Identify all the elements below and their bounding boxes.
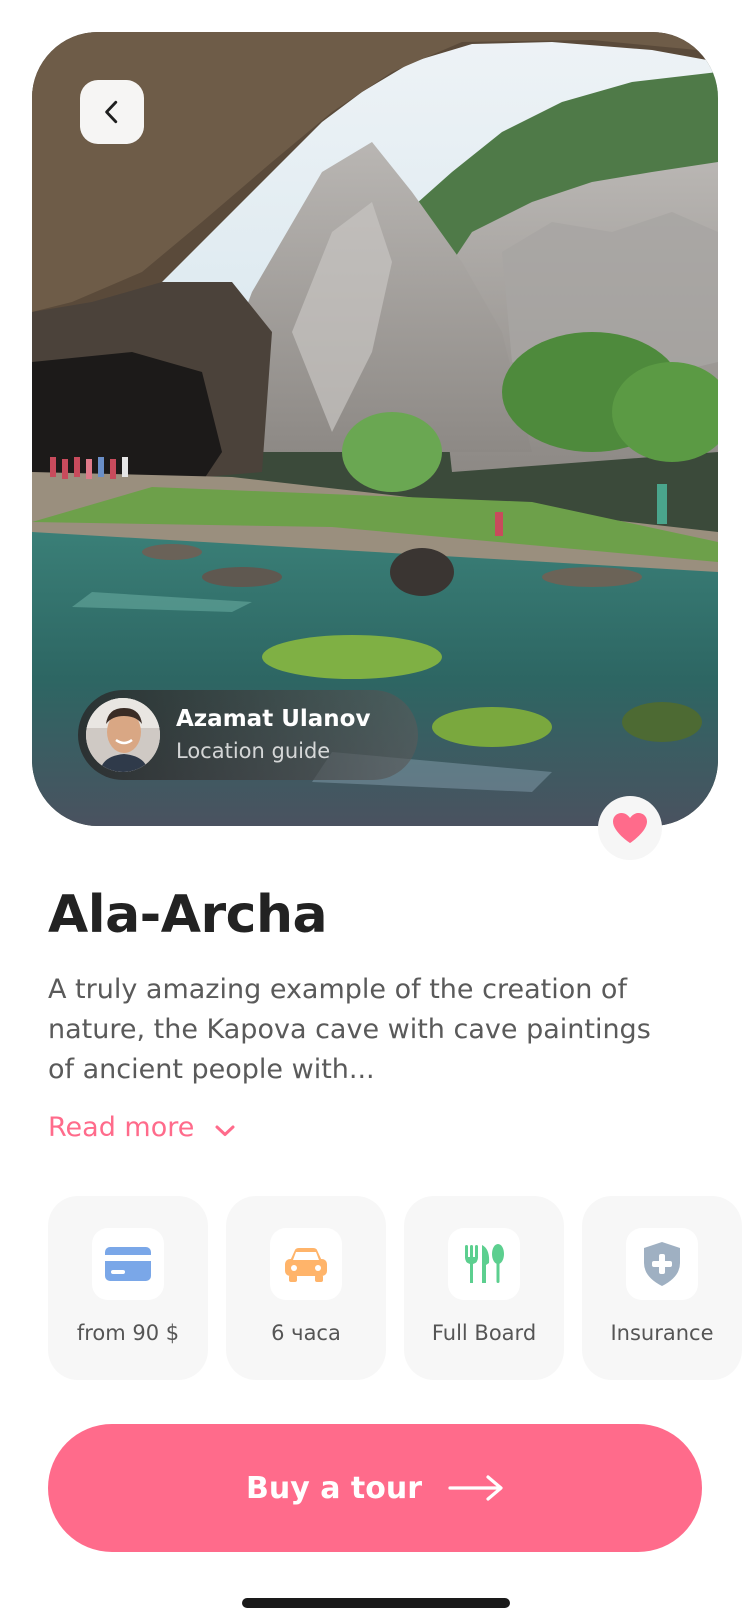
guide-avatar [86, 698, 160, 772]
feature-duration-label: 6 часа [271, 1321, 341, 1345]
home-indicator[interactable] [242, 1598, 510, 1608]
tour-title: Ala-Archa [48, 885, 328, 945]
feature-meals[interactable]: Full Board [404, 1196, 564, 1380]
feature-meals-label: Full Board [431, 1321, 537, 1345]
feature-icon-box [448, 1228, 520, 1300]
buy-tour-label: Buy a tour [245, 1470, 422, 1506]
hero-image: Azamat Ulanov Location guide [32, 32, 718, 826]
back-button[interactable] [80, 80, 144, 144]
tour-description: A truly amazing example of the creation … [48, 974, 651, 1085]
feature-insurance-label: Insurance [610, 1321, 714, 1345]
guide-role: Location guide [176, 739, 331, 763]
fork-knife-spoon-icon [465, 1244, 504, 1283]
read-more-label: Read more [48, 1112, 195, 1143]
read-more-link[interactable]: Read more [48, 1108, 236, 1148]
arrow-right-icon [448, 1475, 503, 1501]
guide-card[interactable]: Azamat Ulanov Location guide [78, 690, 418, 780]
feature-price[interactable]: from 90 $ [48, 1196, 208, 1380]
feature-duration[interactable]: 6 часа [226, 1196, 386, 1380]
feature-icon-box [626, 1228, 698, 1300]
feature-icon-box [270, 1228, 342, 1300]
guide-name: Azamat Ulanov [176, 706, 371, 732]
feature-price-label: from 90 $ [76, 1321, 180, 1345]
chevron-down-icon [215, 1125, 235, 1136]
shield-plus-icon [644, 1242, 680, 1286]
heart-icon [613, 813, 647, 843]
chevron-left-icon [105, 100, 118, 124]
credit-card-icon [105, 1247, 151, 1281]
buy-tour-button[interactable]: Buy a tour [48, 1424, 702, 1552]
features-row[interactable]: from 90 $ 6 часа Full Board Insurance [48, 1196, 750, 1380]
favorite-button[interactable] [598, 796, 662, 860]
feature-insurance[interactable]: Insurance [582, 1196, 742, 1380]
feature-icon-box [92, 1228, 164, 1300]
car-icon [285, 1248, 327, 1282]
